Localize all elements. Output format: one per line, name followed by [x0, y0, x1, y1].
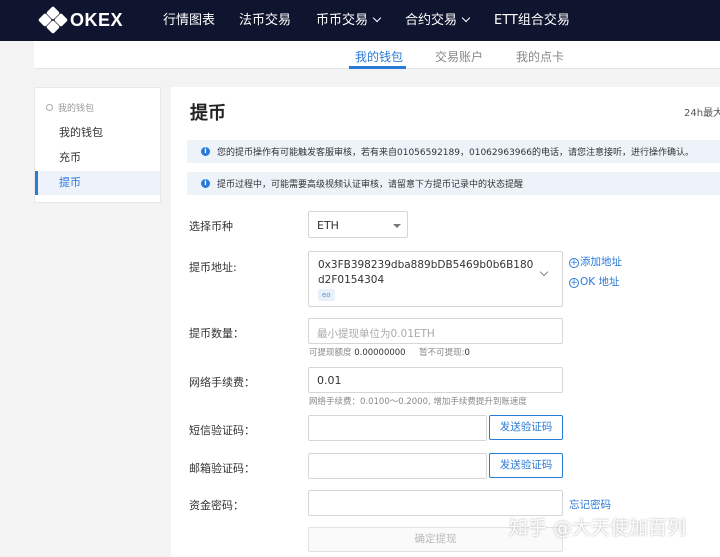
active-tab-indicator: [349, 66, 406, 69]
chevron-down-icon: [539, 267, 549, 277]
nav-item-futures-trading[interactable]: 合约交易: [405, 0, 471, 41]
fee-hint: 网络手续费：0.0100～0.2000, 增加手续费提升到账速度: [309, 397, 527, 407]
sidebar-header: 我的钱包: [46, 101, 94, 114]
sidebar-item-deposit[interactable]: 充币: [35, 146, 160, 170]
tab-my-wallet[interactable]: 我的钱包: [355, 48, 403, 65]
notice-review: i 您的提币操作有可能触发客服审核，若有来自01056592189，010629…: [187, 140, 720, 163]
okex-logo[interactable]: OKEX: [37, 5, 124, 35]
currency-label: 选择币种: [189, 220, 233, 233]
tab-my-point-card[interactable]: 我的点卡: [516, 48, 564, 65]
nav-item-fiat-trading[interactable]: 法币交易: [239, 0, 291, 41]
address-label: 提币地址:: [189, 261, 237, 274]
add-address-link[interactable]: + 添加地址: [569, 254, 622, 269]
plus-circle-icon: +: [569, 258, 579, 268]
okex-logo-icon: [37, 5, 69, 35]
address-select[interactable]: 0x3FB398239dba889bDB5469b0b6B180d2F01543…: [308, 251, 563, 307]
forgot-password-link[interactable]: 忘记密码: [569, 497, 611, 512]
nav-item-spot-trading[interactable]: 币币交易: [316, 0, 382, 41]
daily-limit-label: 24h最大提币额度: [684, 108, 720, 119]
sms-code-label: 短信验证码：: [189, 424, 255, 437]
logo-text: OKEX: [70, 9, 124, 30]
fund-password-label: 资金密码：: [189, 499, 244, 512]
chevron-down-icon: [372, 13, 382, 23]
tab-trading-account[interactable]: 交易账户: [435, 48, 483, 65]
wallet-sidebar: 我的钱包 我的钱包 充币 提币: [34, 87, 161, 203]
notice-video-verify: i 提币过程中，可能需要高级视频认证审核，请留意下方提币记录中的状态提醒: [187, 172, 720, 195]
watermark: 知乎 @大天使加百列: [509, 517, 687, 539]
fee-label: 网络手续费：: [189, 376, 255, 389]
wallet-icon: [46, 104, 53, 111]
nav-item-market-chart[interactable]: 行情图表: [163, 0, 215, 41]
amount-input[interactable]: 最小提现单位为0.01ETH: [308, 318, 563, 344]
amount-label: 提币数量：: [189, 327, 244, 340]
sidebar-item-withdraw[interactable]: 提币: [35, 171, 160, 195]
nav-item-ett-trading[interactable]: ETT组合交易: [494, 0, 570, 41]
address-tag: eo: [318, 289, 335, 301]
ok-address-link[interactable]: + OK 地址: [569, 274, 620, 289]
amount-availability: 可提现额度 0.00000000 暂不可提现:0: [309, 348, 470, 358]
withdraw-panel: 提币 24h最大提币额度 i 您的提币操作有可能触发客服审核，若有来自01056…: [171, 87, 720, 557]
info-icon: i: [201, 147, 210, 156]
top-nav-bar: OKEX 行情图表 法币交易 币币交易 合约交易 ETT组合交易: [0, 0, 720, 41]
sidebar-item-my-wallet[interactable]: 我的钱包: [35, 121, 160, 145]
chevron-down-icon: [461, 13, 471, 23]
send-sms-code-button[interactable]: 发送验证码: [489, 415, 563, 440]
page-title: 提币: [190, 103, 226, 124]
sms-code-input[interactable]: [308, 415, 487, 441]
send-email-code-button[interactable]: 发送验证码: [489, 453, 563, 478]
sub-nav-bar: 我的钱包 交易账户 我的点卡: [34, 41, 720, 69]
email-code-label: 邮箱验证码：: [189, 462, 255, 475]
info-icon: i: [201, 179, 210, 188]
fee-input[interactable]: 0.01: [308, 367, 563, 393]
caret-down-icon: [393, 224, 401, 228]
email-code-input[interactable]: [308, 453, 487, 479]
plus-circle-icon: +: [569, 278, 579, 288]
address-value: 0x3FB398239dba889bDB5469b0b6B180d2F01543…: [318, 259, 534, 286]
currency-select[interactable]: ETH: [308, 211, 408, 238]
